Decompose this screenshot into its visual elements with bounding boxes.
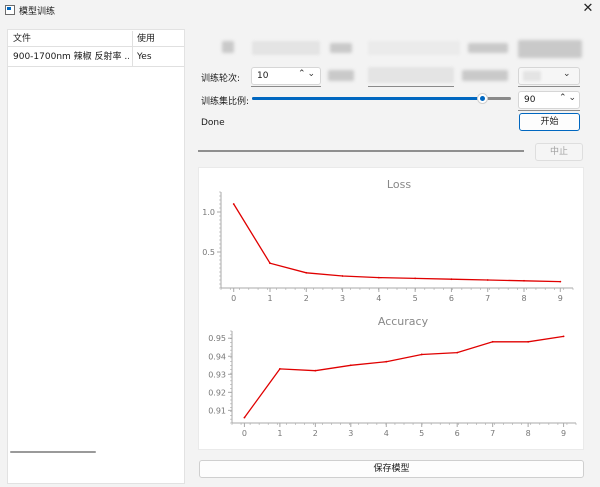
loss-x-tick-label: 0 [231,294,236,303]
accuracy-y-tick-label: 0.94 [208,352,226,361]
task-type-label-blurred [468,43,508,53]
loss-y-tick-label: 1.0 [202,208,215,217]
loss-data-point [305,271,308,274]
close-button[interactable]: ✕ [578,1,598,19]
window-title: 模型训练 [19,7,56,17]
accuracy-y-tick-label: 0.95 [208,334,226,343]
save-model-button[interactable]: 保存模型 [199,460,584,478]
column-divider [132,46,133,66]
accuracy-x-tick-label: 7 [490,429,495,438]
accuracy-data-point [456,351,459,354]
file-table [7,29,185,484]
accuracy-x-tick-label: 0 [242,429,247,438]
column-header-file[interactable]: 文件 [13,32,31,46]
stop-button[interactable]: 中止 [535,143,583,161]
table-cell-file[interactable]: 900-1700nm 辣椒 反射率 ... [13,51,129,63]
ratio-value: 90 [524,95,536,105]
epochs-label: 训练轮次: [201,74,241,84]
accuracy-data-point [349,364,352,367]
accuracy-data-point [385,360,388,363]
loss-x-tick-label: 1 [267,294,272,303]
horizontal-scrollbar[interactable] [10,451,96,453]
redacted-field[interactable] [368,67,454,83]
progress-bar [198,150,524,152]
loss-data-point [232,203,235,205]
spin-arrows-icon[interactable]: ⌃⌄ [298,69,317,79]
redacted-label [328,70,354,81]
accuracy-data-point [314,369,317,372]
column-divider[interactable] [132,31,133,46]
accuracy-chart: 0.91 0.92 0.93 0.94 0.95 0 1 2 3 4 5 6 7 8 9 [208,330,577,438]
accuracy-y-tick-label: 0.91 [208,406,226,415]
accuracy-x-tick-label: 4 [384,429,389,438]
accuracy-data-point [420,353,423,356]
accuracy-x-tick-label: 3 [348,429,353,438]
spin-arrows-icon[interactable]: ⌃⌄ [559,93,578,103]
redacted-spinbox[interactable]: ⌄ [518,67,580,85]
loss-x-tick-label: 6 [449,294,454,303]
title-bar [0,0,600,20]
field-underline [518,86,580,87]
app-icon [5,5,15,15]
field-underline [368,86,454,87]
loss-x-tick-label: 2 [304,294,309,303]
loss-data-point [414,277,417,280]
redacted-field[interactable] [518,40,582,58]
loss-x-tick-label: 8 [521,294,526,303]
accuracy-data-point [562,335,565,338]
ratio-spinbox[interactable]: 90 ⌃⌄ [518,91,580,109]
redacted-label [462,70,508,81]
accuracy-chart-title: Accuracy [378,315,429,328]
ratio-label: 训练集比例: [201,97,250,107]
loss-x-tick-label: 4 [376,294,381,303]
start-button[interactable]: 开始 [519,113,580,131]
accuracy-x-tick-label: 1 [277,429,282,438]
accuracy-y-tick-label: 0.93 [208,370,226,379]
loss-x-tick-label: 3 [340,294,345,303]
accuracy-data-point [278,367,281,370]
loss-data-point [450,278,453,281]
loss-data-point [269,262,271,265]
accuracy-series-line [243,335,564,418]
loss-data-point [377,276,380,279]
table-cell-use[interactable]: Yes [137,51,152,63]
redacted-label [222,41,234,53]
loss-chart: 0.5 1.0 0 1 2 3 4 5 6 7 8 9 [202,191,574,303]
loss-data-point [523,279,525,282]
loss-chart-title: Loss [387,178,411,191]
epochs-value: 10 [257,71,269,81]
accuracy-data-point [243,416,246,419]
redacted-value [523,71,541,81]
loss-data-point [341,275,344,277]
epochs-spinbox[interactable]: 10 ⌃⌄ [251,67,321,85]
redacted-label [330,43,352,53]
field-underline [251,86,321,87]
loss-data-point [559,280,562,283]
ratio-slider-handle[interactable] [477,93,488,104]
loss-data-point [486,279,489,281]
column-header-use[interactable]: 使用 [137,32,155,46]
loss-x-tick-label: 7 [485,294,490,303]
ratio-slider-fill [252,97,483,100]
loss-y-tick-label: 0.5 [202,248,215,257]
chevron-down-icon[interactable]: ⌄ [563,69,573,79]
redacted-combobox[interactable] [368,41,460,55]
field-underline [518,110,580,111]
accuracy-x-tick-label: 9 [561,429,566,438]
accuracy-data-point [491,340,494,343]
status-text: Done [201,118,225,128]
accuracy-x-tick-label: 2 [313,429,318,438]
loss-series-line [233,203,561,283]
accuracy-x-tick-label: 8 [526,429,531,438]
charts-svg: Loss 0.51.00 1 2 3 4 5 6 7 8 9 Accuracy 0.910.920… [202,178,577,438]
row-divider [8,66,184,67]
loss-x-tick-label: 5 [413,294,418,303]
redacted-field[interactable] [252,41,320,55]
accuracy-x-tick-label: 5 [419,429,424,438]
accuracy-y-tick-label: 0.92 [208,388,226,397]
loss-x-tick-label: 9 [558,294,563,303]
header-divider [8,46,184,47]
accuracy-data-point [527,340,530,343]
accuracy-x-tick-label: 6 [455,429,460,438]
